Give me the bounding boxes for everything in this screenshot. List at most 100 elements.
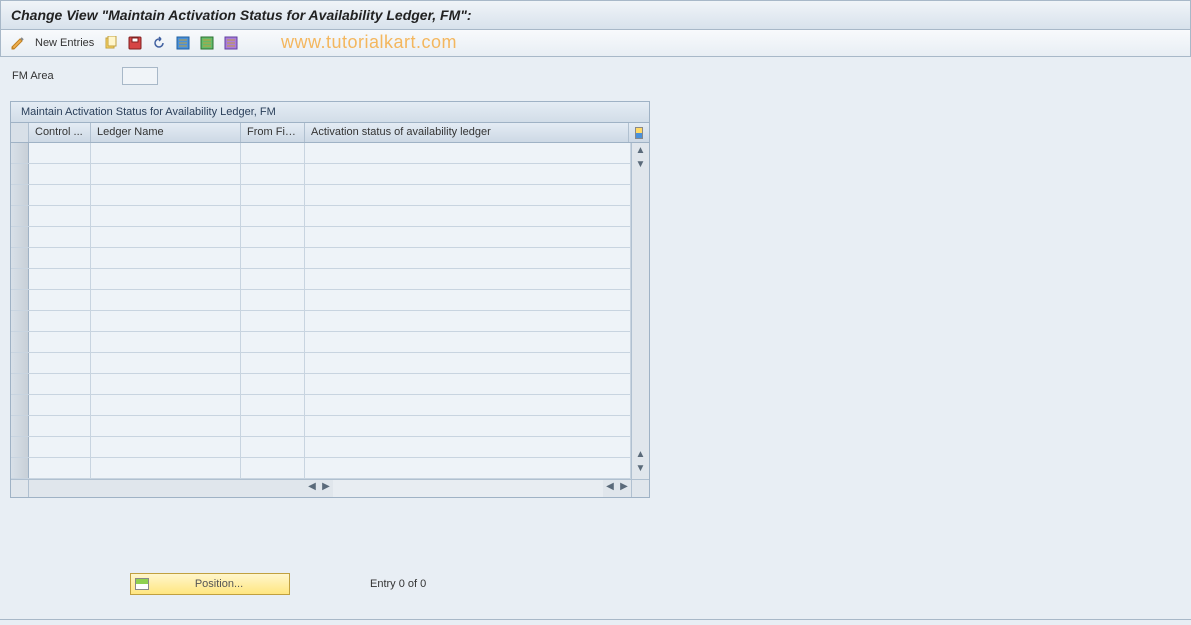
row-selector[interactable] — [11, 248, 29, 268]
cell-from-fis[interactable] — [241, 185, 305, 205]
scroll-down-arrow-icon[interactable]: ▼ — [634, 463, 648, 477]
column-header-ledger-name[interactable]: Ledger Name — [91, 123, 241, 142]
column-header-activation-status[interactable]: Activation status of availability ledger — [305, 123, 629, 142]
cell-control[interactable] — [29, 185, 91, 205]
cell-ledger-name[interactable] — [91, 395, 241, 415]
cell-from-fis[interactable] — [241, 353, 305, 373]
position-button[interactable]: Position... — [130, 573, 290, 595]
cell-activation-status[interactable] — [305, 353, 631, 373]
row-selector[interactable] — [11, 374, 29, 394]
cell-activation-status[interactable] — [305, 395, 631, 415]
select-all-icon[interactable] — [174, 34, 192, 52]
row-selector[interactable] — [11, 143, 29, 163]
cell-ledger-name[interactable] — [91, 458, 241, 478]
cell-ledger-name[interactable] — [91, 311, 241, 331]
column-header-from-fis[interactable]: From Fis... — [241, 123, 305, 142]
cell-activation-status[interactable] — [305, 227, 631, 247]
cell-control[interactable] — [29, 437, 91, 457]
cell-from-fis[interactable] — [241, 395, 305, 415]
change-display-toggle-icon[interactable] — [9, 34, 27, 52]
cell-ledger-name[interactable] — [91, 437, 241, 457]
cell-activation-status[interactable] — [305, 164, 631, 184]
cell-from-fis[interactable] — [241, 227, 305, 247]
cell-from-fis[interactable] — [241, 374, 305, 394]
scroll-up-small-arrow-icon[interactable]: ▲ — [634, 449, 648, 463]
cell-control[interactable] — [29, 290, 91, 310]
cell-ledger-name[interactable] — [91, 332, 241, 352]
scroll-down-small-arrow-icon[interactable]: ▼ — [634, 159, 648, 173]
horizontal-scrollbar[interactable]: ◀ ▶ ◀ ▶ — [11, 479, 649, 497]
row-selector[interactable] — [11, 416, 29, 436]
cell-ledger-name[interactable] — [91, 269, 241, 289]
scroll-left-arrow-icon[interactable]: ◀ — [305, 481, 319, 495]
vertical-scrollbar[interactable]: ▲ ▼ ▲ ▼ — [631, 143, 649, 479]
cell-ledger-name[interactable] — [91, 164, 241, 184]
cell-control[interactable] — [29, 143, 91, 163]
scroll-right-end-arrow-icon[interactable]: ▶ — [617, 481, 631, 495]
cell-ledger-name[interactable] — [91, 206, 241, 226]
row-selector[interactable] — [11, 185, 29, 205]
cell-ledger-name[interactable] — [91, 185, 241, 205]
cell-ledger-name[interactable] — [91, 143, 241, 163]
cell-ledger-name[interactable] — [91, 248, 241, 268]
undo-change-icon[interactable] — [150, 34, 168, 52]
cell-control[interactable] — [29, 353, 91, 373]
select-block-icon[interactable] — [198, 34, 216, 52]
cell-from-fis[interactable] — [241, 437, 305, 457]
cell-activation-status[interactable] — [305, 416, 631, 436]
table-configure-button[interactable] — [629, 123, 649, 142]
cell-activation-status[interactable] — [305, 437, 631, 457]
cell-from-fis[interactable] — [241, 416, 305, 436]
cell-control[interactable] — [29, 227, 91, 247]
cell-activation-status[interactable] — [305, 332, 631, 352]
fm-area-input[interactable] — [122, 67, 158, 85]
cell-activation-status[interactable] — [305, 269, 631, 289]
cell-from-fis[interactable] — [241, 458, 305, 478]
deselect-all-icon[interactable] — [222, 34, 240, 52]
delete-icon[interactable] — [126, 34, 144, 52]
cell-control[interactable] — [29, 395, 91, 415]
scroll-left-end-arrow-icon[interactable]: ◀ — [603, 481, 617, 495]
row-selector[interactable] — [11, 395, 29, 415]
cell-from-fis[interactable] — [241, 248, 305, 268]
row-selector[interactable] — [11, 227, 29, 247]
cell-from-fis[interactable] — [241, 143, 305, 163]
cell-activation-status[interactable] — [305, 374, 631, 394]
column-header-control[interactable]: Control ... — [29, 123, 91, 142]
cell-from-fis[interactable] — [241, 332, 305, 352]
cell-activation-status[interactable] — [305, 206, 631, 226]
cell-ledger-name[interactable] — [91, 290, 241, 310]
cell-activation-status[interactable] — [305, 311, 631, 331]
row-selector[interactable] — [11, 437, 29, 457]
cell-activation-status[interactable] — [305, 290, 631, 310]
cell-ledger-name[interactable] — [91, 227, 241, 247]
cell-control[interactable] — [29, 458, 91, 478]
row-selector[interactable] — [11, 458, 29, 478]
row-selector-header[interactable] — [11, 123, 29, 142]
cell-control[interactable] — [29, 332, 91, 352]
row-selector[interactable] — [11, 164, 29, 184]
scroll-right-arrow-icon[interactable]: ▶ — [319, 481, 333, 495]
copy-as-icon[interactable] — [102, 34, 120, 52]
cell-from-fis[interactable] — [241, 290, 305, 310]
cell-from-fis[interactable] — [241, 269, 305, 289]
cell-control[interactable] — [29, 311, 91, 331]
cell-control[interactable] — [29, 164, 91, 184]
row-selector[interactable] — [11, 311, 29, 331]
scroll-up-arrow-icon[interactable]: ▲ — [634, 145, 648, 159]
cell-control[interactable] — [29, 269, 91, 289]
new-entries-button[interactable]: New Entries — [33, 37, 96, 49]
cell-ledger-name[interactable] — [91, 353, 241, 373]
cell-activation-status[interactable] — [305, 185, 631, 205]
cell-from-fis[interactable] — [241, 311, 305, 331]
row-selector[interactable] — [11, 290, 29, 310]
row-selector[interactable] — [11, 332, 29, 352]
cell-control[interactable] — [29, 374, 91, 394]
cell-ledger-name[interactable] — [91, 374, 241, 394]
cell-activation-status[interactable] — [305, 248, 631, 268]
cell-from-fis[interactable] — [241, 206, 305, 226]
cell-activation-status[interactable] — [305, 143, 631, 163]
cell-control[interactable] — [29, 416, 91, 436]
cell-activation-status[interactable] — [305, 458, 631, 478]
cell-ledger-name[interactable] — [91, 416, 241, 436]
